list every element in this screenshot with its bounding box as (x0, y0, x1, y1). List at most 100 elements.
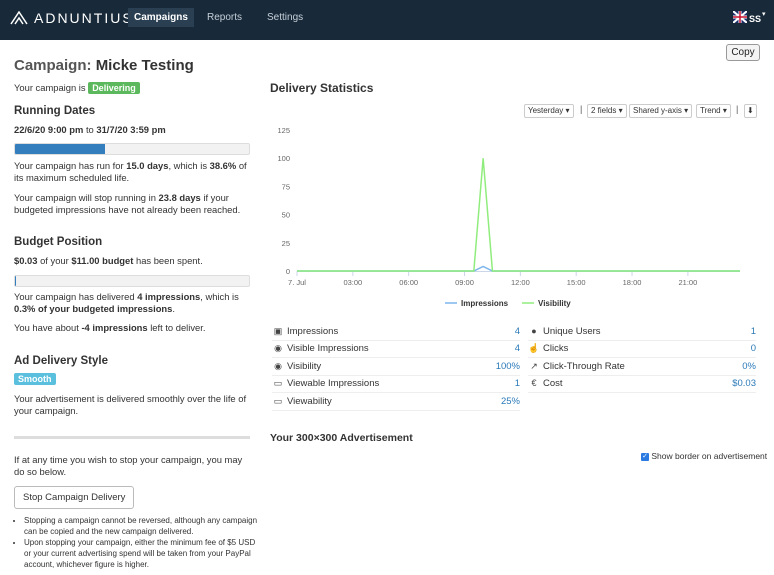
nav-settings[interactable]: Settings (267, 12, 303, 23)
yaxis-select[interactable]: Shared y-axis ▾ (629, 104, 693, 118)
eye-icon: ◉ (274, 360, 282, 371)
delivery-style-badge-wrap: Smooth (14, 373, 56, 385)
stat-value: 1 (750, 326, 756, 337)
chart-line-icon: ↗ (530, 360, 538, 371)
nav-reports[interactable]: Reports (207, 12, 242, 23)
x-tick-label: 15:00 (567, 278, 586, 287)
stop-campaign-button[interactable]: Stop Campaign Delivery (14, 486, 135, 509)
stat-label: Visibility (287, 360, 322, 372)
border-checkbox-row[interactable]: ✓ Show border on advertisement (641, 451, 767, 461)
top-navbar: ADNUNTIUS Campaigns Reports Settings SS … (0, 0, 774, 40)
deliv-pct: 0.3% of your budgeted impressions (14, 303, 173, 314)
delivery-style-badge: Smooth (14, 373, 56, 385)
logo[interactable]: ADNUNTIUS (10, 10, 134, 26)
budget-total: $11.00 budget (71, 255, 134, 266)
left-text-2: left to deliver. (150, 322, 206, 333)
run-pct: 38.6% (209, 160, 237, 171)
flag-icon[interactable] (732, 10, 748, 24)
stat-row-viewable-impressions: ▭ Viewable Impressions 1 (272, 375, 520, 394)
series-line-visibility (297, 158, 740, 272)
stat-row-impressions: ▣ Impressions 4 (272, 323, 520, 341)
caret-down-icon: ▾ (722, 106, 727, 115)
left-imps: -4 impressions (81, 322, 148, 333)
trend-select-label: Trend (700, 106, 721, 115)
download-button[interactable]: ⬇ (744, 104, 757, 118)
yaxis-select-label: Shared y-axis (633, 106, 682, 115)
y-tick-label: 0 (286, 267, 290, 276)
legend-label: Visibility (538, 299, 571, 308)
pointer-icon: ☝ (528, 343, 540, 354)
stop-days: 23.8 days (158, 192, 201, 203)
fields-select-label: 2 fields (591, 106, 617, 115)
deliv-imps: 4 impressions (137, 291, 201, 302)
y-tick-label: 75 (282, 182, 290, 191)
copy-button[interactable]: Copy (726, 44, 760, 61)
stat-label: Clicks (543, 343, 569, 355)
trend-select[interactable]: Trend ▾ (696, 104, 731, 118)
x-tick-label: 12:00 (511, 278, 530, 287)
stat-row-clicks: ☝ Clicks 0 (528, 340, 756, 359)
caret-down-icon: ▾ (684, 106, 689, 115)
running-dates-heading: Running Dates (14, 105, 96, 117)
stat-row-cost: € Cost $0.03 (528, 375, 756, 394)
separator: | (736, 104, 739, 114)
stop-days-text: Your campaign will stop running in 23.8 … (14, 192, 252, 216)
left-to-deliver-text: You have about -4 impressions left to de… (14, 322, 252, 334)
caret-down-icon: ▾ (565, 106, 570, 115)
stat-label: Click-Through Rate (543, 360, 625, 372)
start-date: 22/6/20 9:00 pm (14, 124, 84, 135)
deliv-text-3: . (172, 303, 175, 314)
period-select[interactable]: Yesterday ▾ (524, 104, 574, 118)
stop-notes: Stopping a campaign cannot be reversed, … (14, 515, 264, 570)
status-prefix: Your campaign is (14, 82, 86, 93)
stat-value: 0 (750, 343, 756, 355)
delivery-chart: 0 25 50 75 100 125 7. Jul 03:00 06:00 09:00 12:00 1… (277, 126, 740, 308)
stop-intro-text: If at any time you wish to stop your cam… (14, 454, 243, 477)
fields-select[interactable]: 2 fields ▾ (587, 104, 627, 118)
stat-row-visibility: ◉ Visibility 100% (272, 358, 520, 376)
run-text-2: , which is (168, 160, 208, 171)
x-tick-label: 06:00 (399, 278, 418, 287)
x-tick-label: 7. Jul (288, 278, 306, 287)
monitor-icon: ▭ (273, 378, 283, 389)
delivery-style-heading: Ad Delivery Style (14, 355, 108, 367)
campaign-status-line: Your campaign is Delivering (14, 82, 252, 94)
stat-row-visible-impressions: ◉ Visible Impressions 4 (272, 340, 520, 359)
separator: | (580, 104, 583, 114)
delivery-style-text: Your advertisement is delivered smoothly… (14, 393, 247, 416)
advertisement-heading: Your 300×300 Advertisement (270, 432, 413, 444)
budget-spent-text: $0.03 of your $11.00 budget has been spe… (14, 255, 252, 267)
caret-down-icon: ▾ (618, 106, 623, 115)
page-title: Campaign: Micke Testing (14, 57, 194, 74)
run-days: 15.0 days (126, 160, 169, 171)
image-icon: ▣ (273, 326, 283, 336)
chevron-down-icon[interactable]: ▾ (762, 10, 766, 18)
border-checkbox-label: Show border on advertisement (651, 451, 768, 461)
monitor-icon: ▭ (273, 395, 283, 406)
nav-campaigns[interactable]: Campaigns (128, 8, 194, 27)
x-tick-label: 18:00 (623, 278, 642, 287)
run-text: Your campaign has run for 15.0 days, whi… (14, 160, 252, 184)
deliv-text-2: , which is (200, 291, 239, 302)
budget-spent: $0.03 (14, 255, 38, 266)
delivered-text: Your campaign has delivered 4 impression… (14, 291, 252, 315)
y-tick-label: 125 (277, 126, 290, 135)
stat-label: Viewable Impressions (287, 378, 380, 390)
date-to: to (85, 124, 94, 135)
stat-value: 25% (500, 395, 520, 407)
stat-label: Unique Users (543, 326, 601, 337)
run-progress-bar (14, 143, 250, 155)
user-initials[interactable]: SS (749, 14, 761, 24)
stat-value: 4 (514, 343, 520, 355)
campaign-name: Micke Testing (95, 57, 194, 74)
border-checkbox[interactable]: ✓ (641, 452, 649, 461)
budget-progress-bar (14, 275, 250, 287)
logo-text: ADNUNTIUS (34, 10, 134, 26)
stop-note-item: Stopping a campaign cannot be reversed, … (24, 515, 264, 537)
budget-progress-fill (15, 276, 16, 286)
stat-label: Impressions (287, 326, 339, 337)
title-prefix: Campaign: (14, 57, 92, 74)
legend-label: Impressions (461, 299, 509, 308)
divider (14, 436, 250, 439)
y-tick-label: 50 (282, 211, 290, 220)
